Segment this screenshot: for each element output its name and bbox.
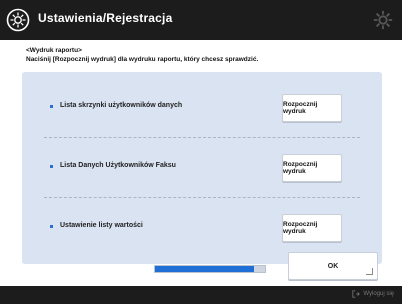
report-row: Lista Danych Użytkowników Faksu Rozpoczn…: [22, 138, 382, 198]
report-label: Ustawienie listy wartości: [60, 222, 143, 229]
content-area: <Wydruk raportu> Naciśnij [Rozpocznij wy…: [0, 40, 402, 286]
progress-bar: [154, 265, 266, 273]
corner-mark-icon: [366, 268, 373, 275]
progress-fill: [155, 266, 254, 272]
bullet-icon: [50, 165, 53, 168]
start-print-button[interactable]: Rozpocznij wydruk: [282, 94, 342, 122]
logout-icon: [352, 290, 361, 298]
title-bar: Ustawienia/Rejestracja: [0, 0, 402, 40]
settings-registration-icon: [6, 8, 30, 32]
instructions-heading: <Wydruk raportu>: [26, 47, 82, 54]
report-label: Lista skrzynki użytkowników danych: [60, 102, 183, 109]
instructions-body: Naciśnij [Rozpocznij wydruk] dla wydruku…: [26, 56, 259, 63]
bullet-icon: [50, 105, 53, 108]
ok-button[interactable]: OK: [288, 252, 378, 280]
logout-link[interactable]: Wyloguj się: [352, 290, 394, 298]
report-row: Ustawienie listy wartości Rozpocznij wyd…: [22, 198, 382, 258]
instructions: <Wydruk raportu> Naciśnij [Rozpocznij wy…: [26, 46, 386, 64]
footer-bar: Wyloguj się: [0, 286, 402, 304]
report-list-panel: Lista skrzynki użytkowników danych Rozpo…: [22, 72, 382, 264]
start-print-button[interactable]: Rozpocznij wydruk: [282, 154, 342, 182]
logout-label: Wyloguj się: [363, 291, 394, 297]
report-row: Lista skrzynki użytkowników danych Rozpo…: [22, 78, 382, 138]
ok-button-label: OK: [327, 262, 339, 270]
bullet-icon: [50, 225, 53, 228]
report-label: Lista Danych Użytkowników Faksu: [60, 162, 176, 169]
window-title: Ustawienia/Rejestracja: [38, 11, 173, 25]
gear-icon[interactable]: [372, 9, 394, 31]
start-print-button[interactable]: Rozpocznij wydruk: [282, 214, 342, 242]
